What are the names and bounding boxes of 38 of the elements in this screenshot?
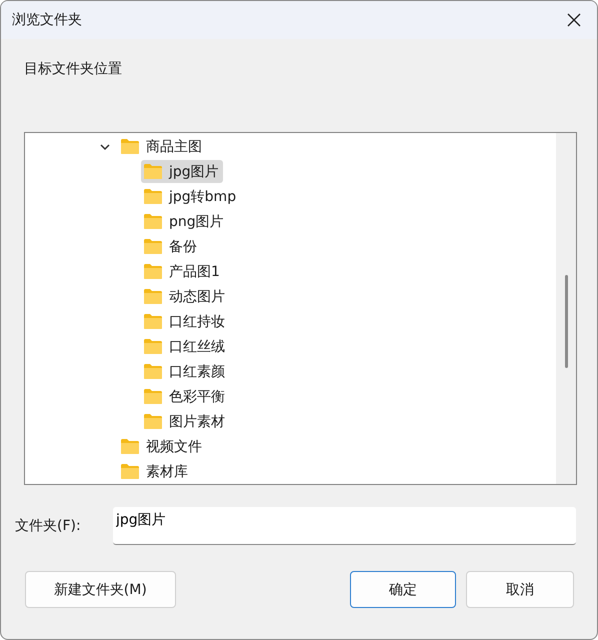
chevron-down-icon[interactable] <box>100 142 110 152</box>
description-text: 目标文件夹位置 <box>24 60 123 78</box>
tree-item[interactable]: 口红素颜 <box>141 360 229 383</box>
folder-icon <box>143 388 163 405</box>
tree-item[interactable]: jpg转bmp <box>141 185 240 208</box>
folder-icon <box>143 163 163 180</box>
folder-icon <box>143 238 163 255</box>
scrollbar[interactable] <box>556 133 576 484</box>
ok-button[interactable]: 确定 <box>350 571 456 608</box>
tree-item[interactable]: 备份 <box>141 235 201 258</box>
folder-icon <box>143 313 163 330</box>
folder-icon <box>143 363 163 380</box>
tree-item[interactable]: 口红持妆 <box>141 310 229 333</box>
tree-item[interactable]: jpg图片 <box>141 160 223 183</box>
folder-icon <box>143 213 163 230</box>
tree-item[interactable]: 口红丝绒 <box>141 335 229 358</box>
tree-item[interactable]: png图片 <box>141 210 228 233</box>
folder-icon <box>120 138 140 155</box>
tree-item[interactable]: 动态图片 <box>141 285 229 308</box>
tree-item[interactable]: 素材库 <box>118 460 192 483</box>
tree-item[interactable]: 商品主图 <box>118 135 206 158</box>
folder-icon <box>120 463 140 480</box>
cancel-button[interactable]: 取消 <box>466 571 574 608</box>
folder-icon <box>143 338 163 355</box>
tree-item[interactable]: 视频文件 <box>118 435 206 458</box>
folder-icon <box>143 288 163 305</box>
window-title: 浏览文件夹 <box>12 11 82 29</box>
new-folder-button[interactable]: 新建文件夹(M) <box>25 571 176 608</box>
folder-icon <box>143 413 163 430</box>
tree-item[interactable]: 产品图1 <box>141 260 224 283</box>
tree-item[interactable]: 色彩平衡 <box>141 385 229 408</box>
folder-icon <box>143 188 163 205</box>
folder-icon <box>120 438 140 455</box>
close-icon <box>567 13 581 27</box>
folder-label: 文件夹(F): <box>15 517 82 535</box>
folder-icon <box>143 263 163 280</box>
tree-item[interactable]: 图片素材 <box>141 410 229 433</box>
folder-field[interactable]: jpg图片 <box>113 507 576 545</box>
